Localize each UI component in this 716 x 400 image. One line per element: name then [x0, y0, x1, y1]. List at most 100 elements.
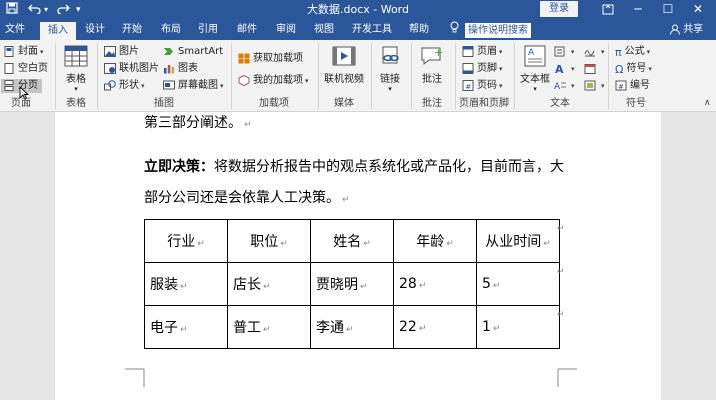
- chevron-down-icon: ▾: [74, 85, 78, 93]
- table-cell[interactable]: 1 ↵: [476, 305, 560, 349]
- blank-page-icon: [3, 62, 15, 74]
- table-cell[interactable]: 职位 ↵: [227, 219, 311, 263]
- wordart-icon: A: [554, 63, 566, 76]
- chevron-down-icon: ▾: [141, 82, 145, 90]
- chevron-down-icon: ▾: [646, 48, 651, 56]
- tab-home[interactable]: 开始: [117, 20, 147, 40]
- chart-label: 图表: [178, 63, 198, 74]
- quick-parts-icon: [554, 46, 566, 57]
- online-pictures-label: 联机图片: [119, 63, 159, 74]
- tab-references[interactable]: 引用: [193, 20, 223, 40]
- group-separator: [371, 43, 372, 109]
- chevron-down-icon: ▾: [533, 85, 537, 93]
- picture-icon: [104, 45, 116, 57]
- numbering-button[interactable]: # 编号: [615, 79, 650, 93]
- table-cell[interactable]: 普工 ↵: [227, 305, 311, 349]
- person-icon: [670, 24, 683, 35]
- signature-line-button[interactable]: ▾: [584, 45, 605, 59]
- login-button[interactable]: 登录: [540, 1, 578, 17]
- share-button[interactable]: 共享: [670, 20, 703, 40]
- group-separator: [97, 43, 98, 109]
- chevron-down-icon: ▾: [601, 48, 605, 56]
- document-page[interactable]: 第三部分阐述。 ↵ 立即决策：将数据分析报告中的观点系统化或产品化，目前而言，大 …: [55, 112, 661, 400]
- smartart-button[interactable]: SmartArt: [163, 45, 223, 59]
- table-cell[interactable]: 年龄 ↵: [393, 219, 477, 263]
- ribbon-display-options-icon[interactable]: [594, 0, 622, 20]
- tab-review[interactable]: 审阅: [271, 20, 301, 40]
- table-cell[interactable]: 电子 ↵: [144, 305, 228, 349]
- tab-insert[interactable]: 插入: [40, 22, 76, 40]
- date-time-button[interactable]: [584, 62, 599, 76]
- group-separator: [318, 43, 319, 109]
- table-cell[interactable]: 服装 ↵: [144, 262, 228, 306]
- data-table[interactable]: 行业 ↵ 职位 ↵ 姓名 ↵ 年龄 ↵ 从业时间 ↵ 服装 ↵ 店长 ↵ 贾晓明 ↵ 28 ↵ 5…: [144, 219, 560, 349]
- header-label: 页眉: [477, 46, 497, 57]
- table-cell[interactable]: 5 ↵: [476, 262, 560, 306]
- paragraph-text: 第三部分阐述。: [144, 115, 242, 131]
- cover-page-icon: [3, 45, 15, 57]
- cover-page-button[interactable]: 封面 ▾: [3, 45, 44, 59]
- symbol-button[interactable]: Ω 符号 ▾: [615, 62, 652, 76]
- comment-button[interactable]: + 批注: [415, 44, 449, 85]
- store-icon: [238, 53, 250, 64]
- ribbon: 封面 ▾ 空白页 分页 页面 表格 ▾ 表格 图片 联机图片 形状 ▾ SmartA…: [0, 40, 716, 112]
- tab-file[interactable]: 文件: [0, 20, 30, 40]
- tab-design[interactable]: 设计: [80, 20, 110, 40]
- footer-button[interactable]: 页脚 ▾: [462, 62, 503, 76]
- table-cell[interactable]: 从业时间 ↵: [476, 219, 560, 263]
- close-button[interactable]: ✕: [684, 0, 712, 20]
- pictures-button[interactable]: 图片: [104, 45, 139, 59]
- tab-help[interactable]: 帮助: [404, 20, 434, 40]
- svg-text:#: #: [618, 83, 624, 91]
- wordart-button[interactable]: A ▾: [554, 62, 575, 76]
- table-cell[interactable]: 姓名 ↵: [310, 219, 394, 263]
- svg-text:+: +: [434, 46, 443, 59]
- shapes-button[interactable]: 形状 ▾: [104, 79, 145, 93]
- table-cell[interactable]: 贾晓明 ↵: [310, 262, 394, 306]
- table-button[interactable]: 表格 ▾: [60, 44, 92, 93]
- drop-cap-button[interactable]: A ▾: [554, 79, 575, 93]
- maximize-button[interactable]: ☐: [654, 0, 682, 20]
- paragraph-3: 部分公司还是会依靠人工决策。 ↵: [144, 187, 350, 207]
- object-button[interactable]: ▾: [584, 79, 605, 93]
- pi-icon: π: [615, 45, 622, 59]
- screenshot-button[interactable]: 屏幕截图 ▾: [163, 79, 224, 93]
- lightbulb-icon: [450, 20, 459, 40]
- chevron-down-icon: ▾: [388, 85, 392, 93]
- link-button[interactable]: 链接 ▾: [374, 44, 406, 93]
- equation-button[interactable]: π 公式 ▾: [615, 45, 650, 59]
- get-addins-button[interactable]: 获取加载项: [238, 52, 303, 66]
- table-row: 电子 ↵ 普工 ↵ 李通 ↵ 22 ↵ 1 ↵: [144, 305, 560, 349]
- minimize-button[interactable]: ─: [624, 0, 652, 20]
- symbols-group-label: 符号: [626, 98, 646, 109]
- table-cell[interactable]: 李通 ↵: [310, 305, 394, 349]
- tab-developer[interactable]: 开发工具: [346, 20, 398, 40]
- group-separator: [231, 43, 232, 109]
- textbox-button[interactable]: A 文本框 ▾: [518, 44, 552, 93]
- collapse-ribbon-icon[interactable]: ∧: [704, 98, 711, 108]
- chart-button[interactable]: 图表: [163, 62, 198, 76]
- header-button[interactable]: 页眉 ▾: [462, 45, 503, 59]
- object-icon: [584, 80, 596, 91]
- tab-view[interactable]: 视图: [309, 20, 339, 40]
- table-cell[interactable]: 28 ↵: [393, 262, 477, 306]
- row-end-mark: ↵: [557, 267, 565, 277]
- chevron-down-icon: ▾: [648, 65, 652, 73]
- page-number-button[interactable]: # 页码 ▾: [462, 79, 503, 93]
- blank-page-button[interactable]: 空白页: [3, 62, 48, 76]
- ribbon-tabs: 文件 插入 设计 开始 布局 引用 邮件 审阅 视图 开发工具 帮助 操作说明搜…: [0, 20, 716, 40]
- online-pictures-button[interactable]: 联机图片: [104, 62, 159, 76]
- tell-me-search[interactable]: 操作说明搜索: [450, 20, 531, 40]
- online-video-button[interactable]: 联机视频: [322, 44, 366, 85]
- chevron-down-icon: ▾: [499, 65, 503, 73]
- tab-layout[interactable]: 布局: [156, 20, 186, 40]
- table-cell[interactable]: 行业 ↵: [144, 219, 228, 263]
- quick-parts-button[interactable]: ▾: [554, 45, 575, 59]
- table-cell[interactable]: 店长 ↵: [227, 262, 311, 306]
- link-label: 链接: [380, 74, 400, 85]
- margin-corner-mark: [125, 368, 145, 387]
- tab-mailings[interactable]: 邮件: [232, 20, 262, 40]
- table-cell[interactable]: 22 ↵: [393, 305, 477, 349]
- my-addins-icon: [238, 74, 250, 86]
- my-addins-button[interactable]: 我的加载项 ▾: [238, 74, 309, 88]
